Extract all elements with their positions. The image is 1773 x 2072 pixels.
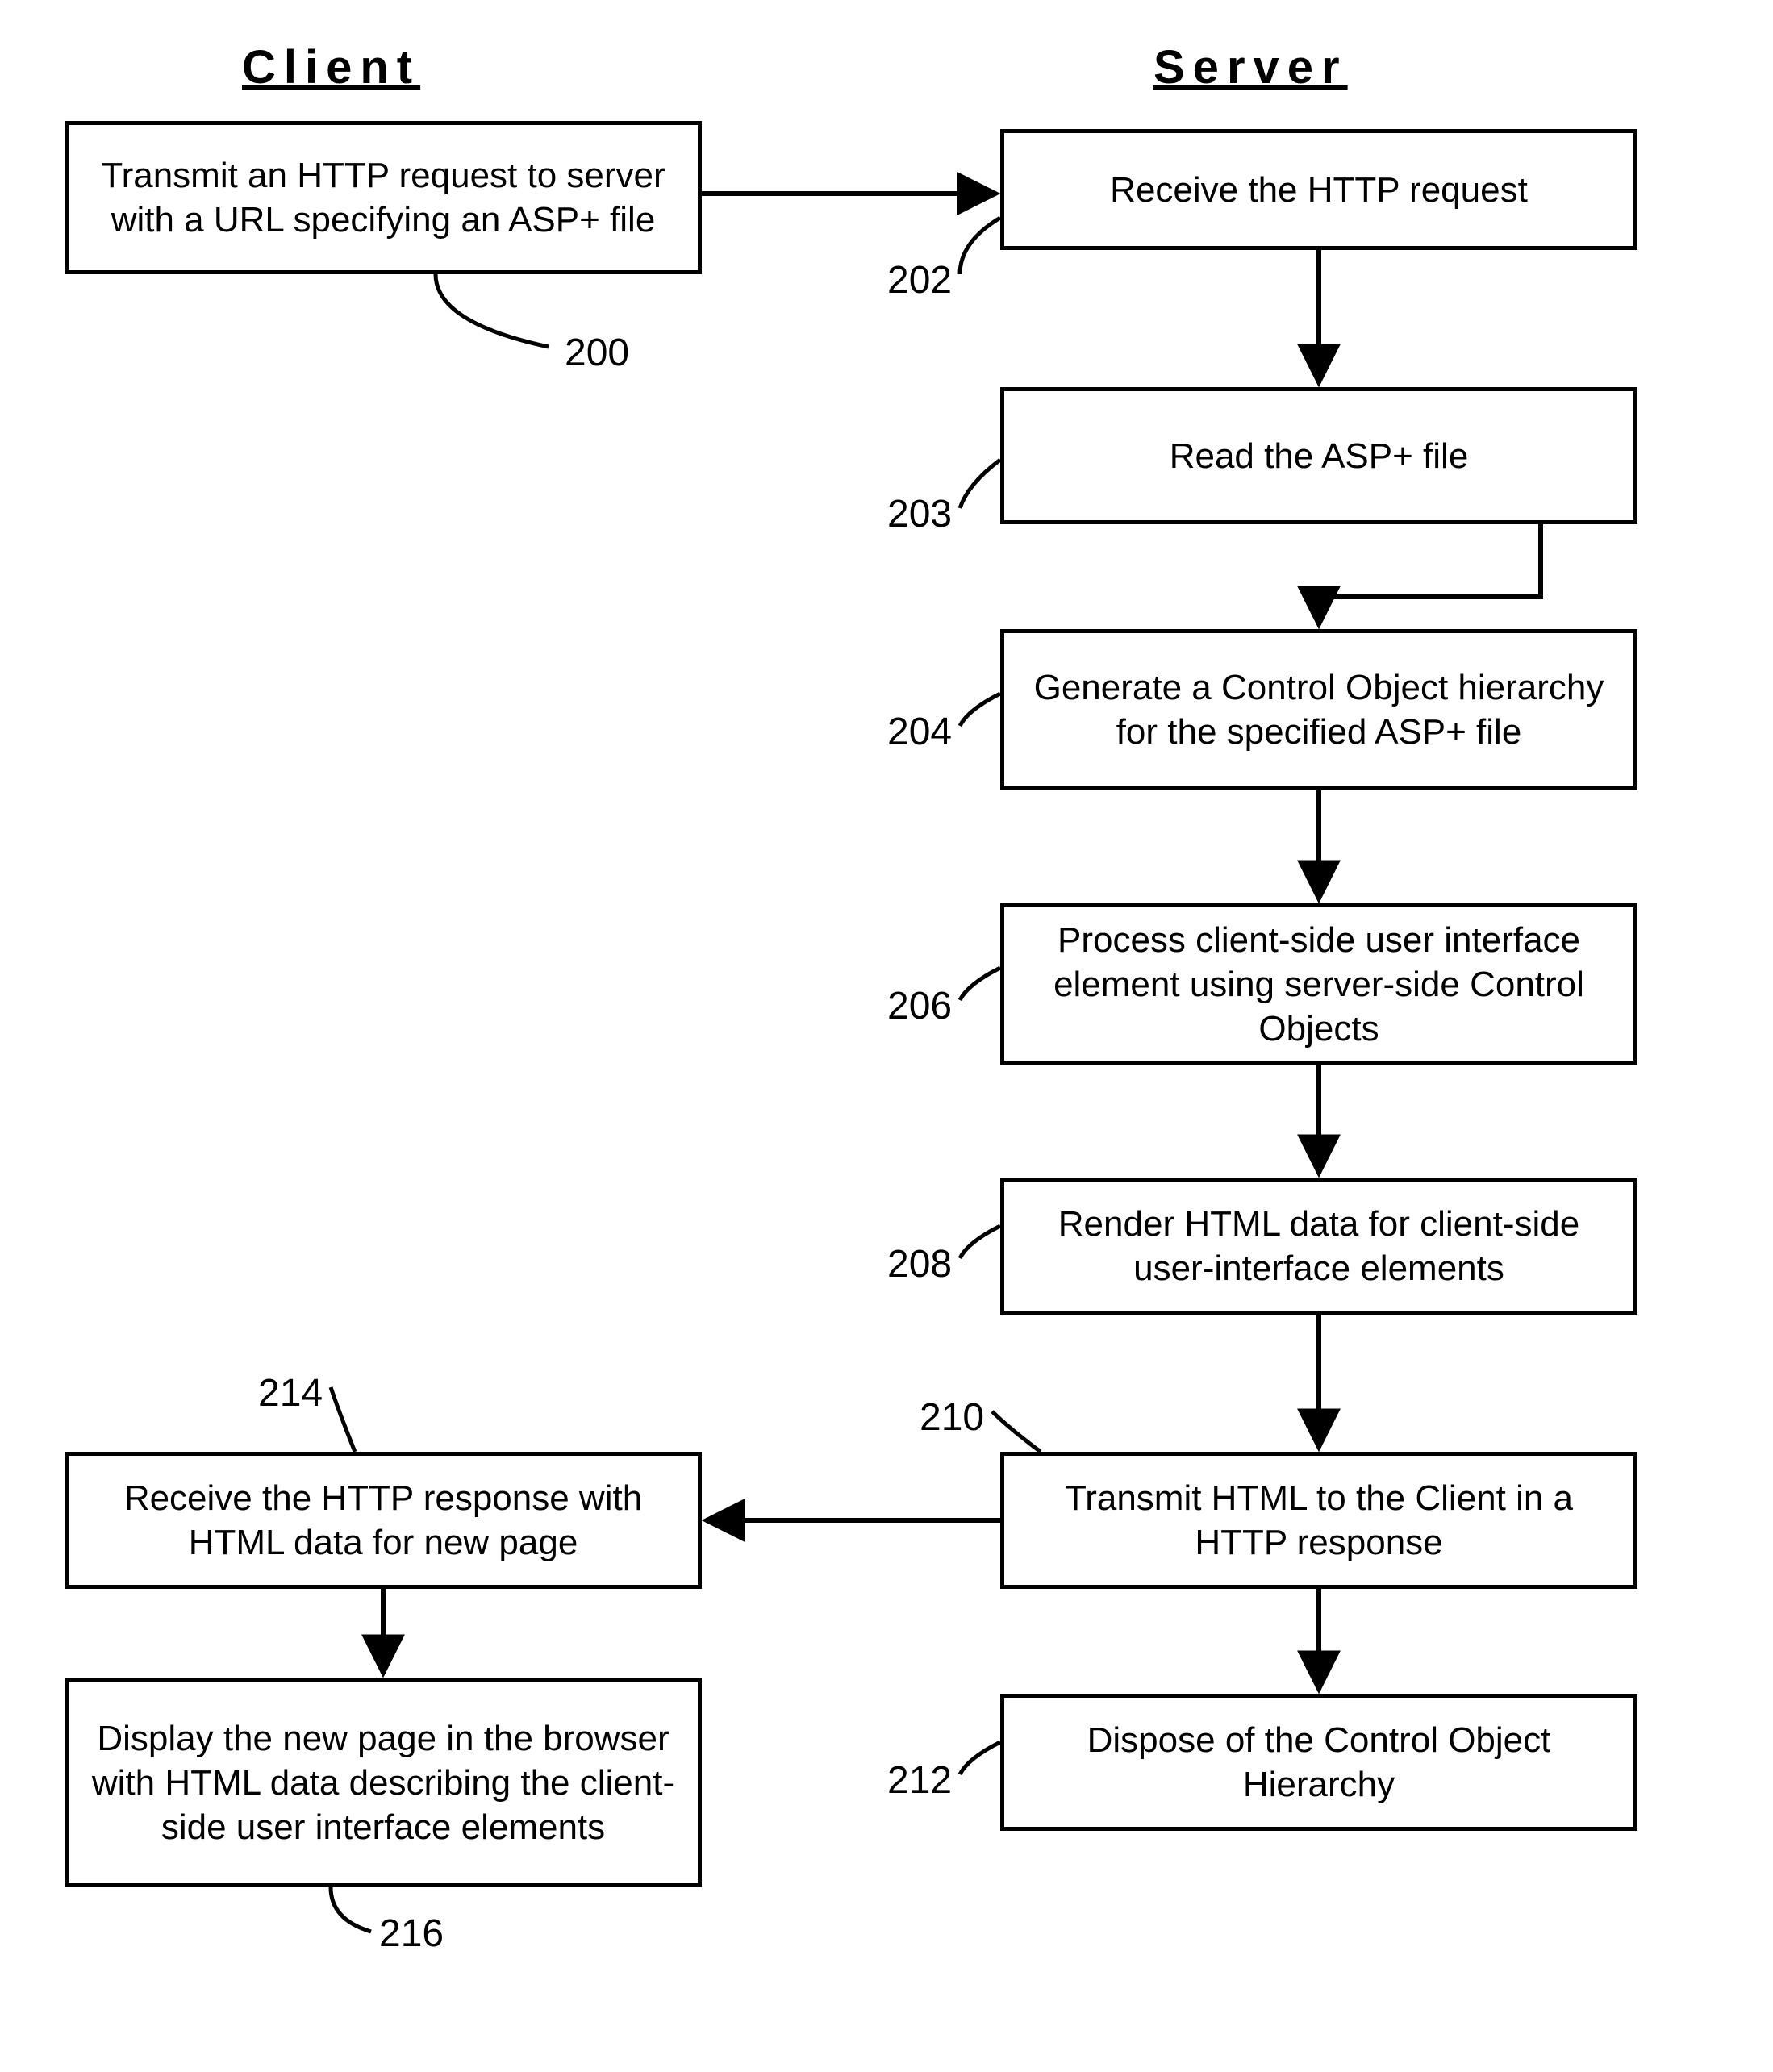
client-heading: Client <box>242 40 420 94</box>
ref-203: 203 <box>887 492 952 536</box>
box-216: Display the new page in the browser with… <box>65 1678 702 1887</box>
box-200: Transmit an HTTP request to server with … <box>65 121 702 274</box>
box-214: Receive the HTTP response with HTML data… <box>65 1452 702 1589</box>
server-heading: Server <box>1153 40 1348 94</box>
box-206: Process client-side user interface eleme… <box>1000 903 1637 1065</box>
ref-202: 202 <box>887 258 952 302</box>
box-204: Generate a Control Object hierarchy for … <box>1000 629 1637 790</box>
box-203: Read the ASP+ file <box>1000 387 1637 524</box>
ref-204: 204 <box>887 710 952 754</box>
ref-200: 200 <box>565 331 629 375</box>
box-208: Render HTML data for client-side user-in… <box>1000 1178 1637 1315</box>
box-210: Transmit HTML to the Client in a HTTP re… <box>1000 1452 1637 1589</box>
ref-206: 206 <box>887 984 952 1028</box>
box-212: Dispose of the Control Object Hierarchy <box>1000 1694 1637 1831</box>
box-202: Receive the HTTP request <box>1000 129 1637 250</box>
ref-208: 208 <box>887 1242 952 1286</box>
flowchart-diagram: Client Server Transmit an HTTP request t… <box>32 32 1741 2040</box>
ref-216: 216 <box>379 1911 444 1956</box>
ref-210: 210 <box>920 1395 984 1440</box>
ref-214: 214 <box>258 1371 323 1415</box>
ref-212: 212 <box>887 1758 952 1803</box>
